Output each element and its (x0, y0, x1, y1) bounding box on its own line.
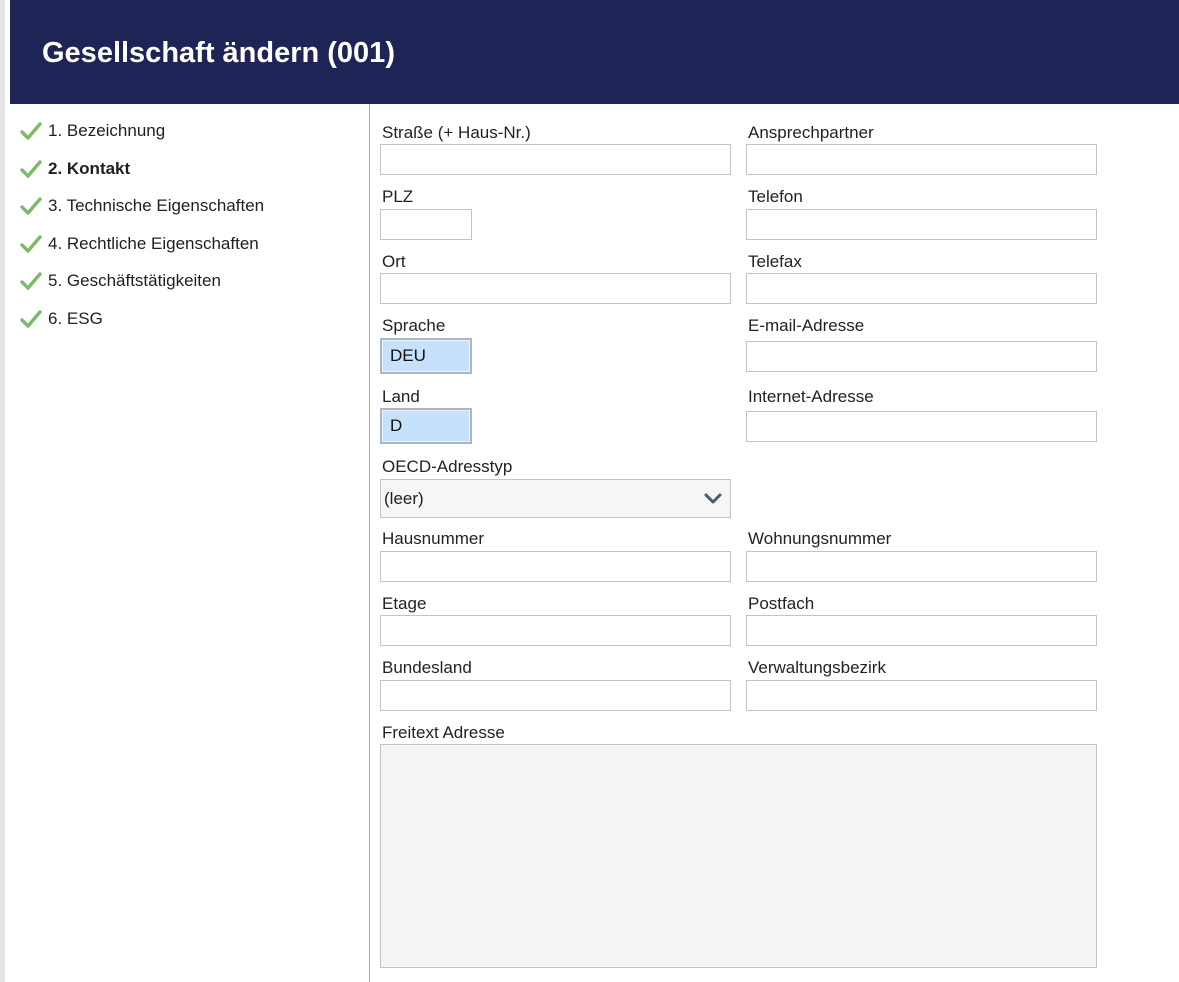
check-icon (20, 197, 42, 215)
step-rechtliche-eigenschaften[interactable]: 4. Rechtliche Eigenschaften (20, 231, 259, 257)
telefon-label: Telefon (748, 187, 803, 206)
telefon-input[interactable] (746, 209, 1097, 240)
step-label: 5. Geschäftstätigkeiten (48, 271, 221, 290)
verwaltungsbezirk-input[interactable] (746, 680, 1097, 711)
hausnummer-label: Hausnummer (382, 529, 485, 548)
wohnungsnummer-input[interactable] (746, 551, 1097, 582)
sprache-input[interactable] (380, 338, 472, 374)
step-label: 2. Kontakt (48, 159, 131, 178)
step-bezeichnung[interactable]: 1. Bezeichnung (20, 118, 165, 144)
page-header: Gesellschaft ändern (001) (10, 0, 1179, 104)
oecd-adresstyp-select[interactable]: (leer) (380, 479, 731, 518)
freitext-adresse-textarea[interactable] (380, 744, 1097, 968)
wizard-steps-sidebar: 1. Bezeichnung 2. Kontakt 3. Technische … (10, 104, 370, 982)
ort-label: Ort (382, 252, 406, 271)
check-icon (20, 122, 42, 140)
land-label: Land (382, 387, 420, 406)
chevron-down-icon (704, 493, 722, 504)
postfach-input[interactable] (746, 615, 1097, 646)
oecd-adresstyp-value: (leer) (384, 488, 424, 508)
app-window: Gesellschaft ändern (001) 1. Bezeichnung… (0, 0, 1179, 982)
plz-label: PLZ (382, 187, 414, 206)
sprache-label: Sprache (382, 316, 446, 335)
postfach-label: Postfach (748, 594, 815, 613)
wohnungsnummer-label: Wohnungsnummer (748, 529, 892, 548)
etage-label: Etage (382, 594, 427, 613)
step-label: 4. Rechtliche Eigenschaften (48, 234, 259, 253)
email-label: E-mail-Adresse (748, 316, 865, 335)
plz-input[interactable] (380, 209, 472, 240)
ort-input[interactable] (380, 273, 731, 304)
check-icon (20, 235, 42, 253)
strasse-label: Straße (+ Haus-Nr.) (382, 123, 531, 142)
page-title: Gesellschaft ändern (001) (42, 37, 395, 69)
step-label: 6. ESG (48, 309, 103, 328)
internet-adresse-input[interactable] (746, 411, 1097, 442)
telefax-input[interactable] (746, 273, 1097, 304)
check-icon (20, 272, 42, 290)
strasse-input[interactable] (380, 144, 731, 175)
telefax-label: Telefax (748, 252, 802, 271)
freitext-adresse-label: Freitext Adresse (382, 723, 505, 742)
etage-input[interactable] (380, 615, 731, 646)
land-input[interactable] (380, 408, 472, 444)
bundesland-label: Bundesland (382, 658, 472, 677)
step-geschaeftstaetigkeiten[interactable]: 5. Geschäftstätigkeiten (20, 268, 221, 294)
step-kontakt[interactable]: 2. Kontakt (20, 156, 130, 182)
oecd-adresstyp-label: OECD-Adresstyp (382, 457, 513, 476)
ansprechpartner-label: Ansprechpartner (748, 123, 874, 142)
bundesland-input[interactable] (380, 680, 731, 711)
step-esg[interactable]: 6. ESG (20, 306, 103, 332)
step-label: 1. Bezeichnung (48, 121, 166, 140)
step-technische-eigenschaften[interactable]: 3. Technische Eigenschaften (20, 193, 264, 219)
check-icon (20, 160, 42, 178)
step-label: 3. Technische Eigenschaften (48, 196, 265, 215)
verwaltungsbezirk-label: Verwaltungsbezirk (748, 658, 886, 677)
ansprechpartner-input[interactable] (746, 144, 1097, 175)
internet-adresse-label: Internet-Adresse (748, 387, 874, 406)
email-input[interactable] (746, 341, 1097, 372)
hausnummer-input[interactable] (380, 551, 731, 582)
check-icon (20, 310, 42, 328)
